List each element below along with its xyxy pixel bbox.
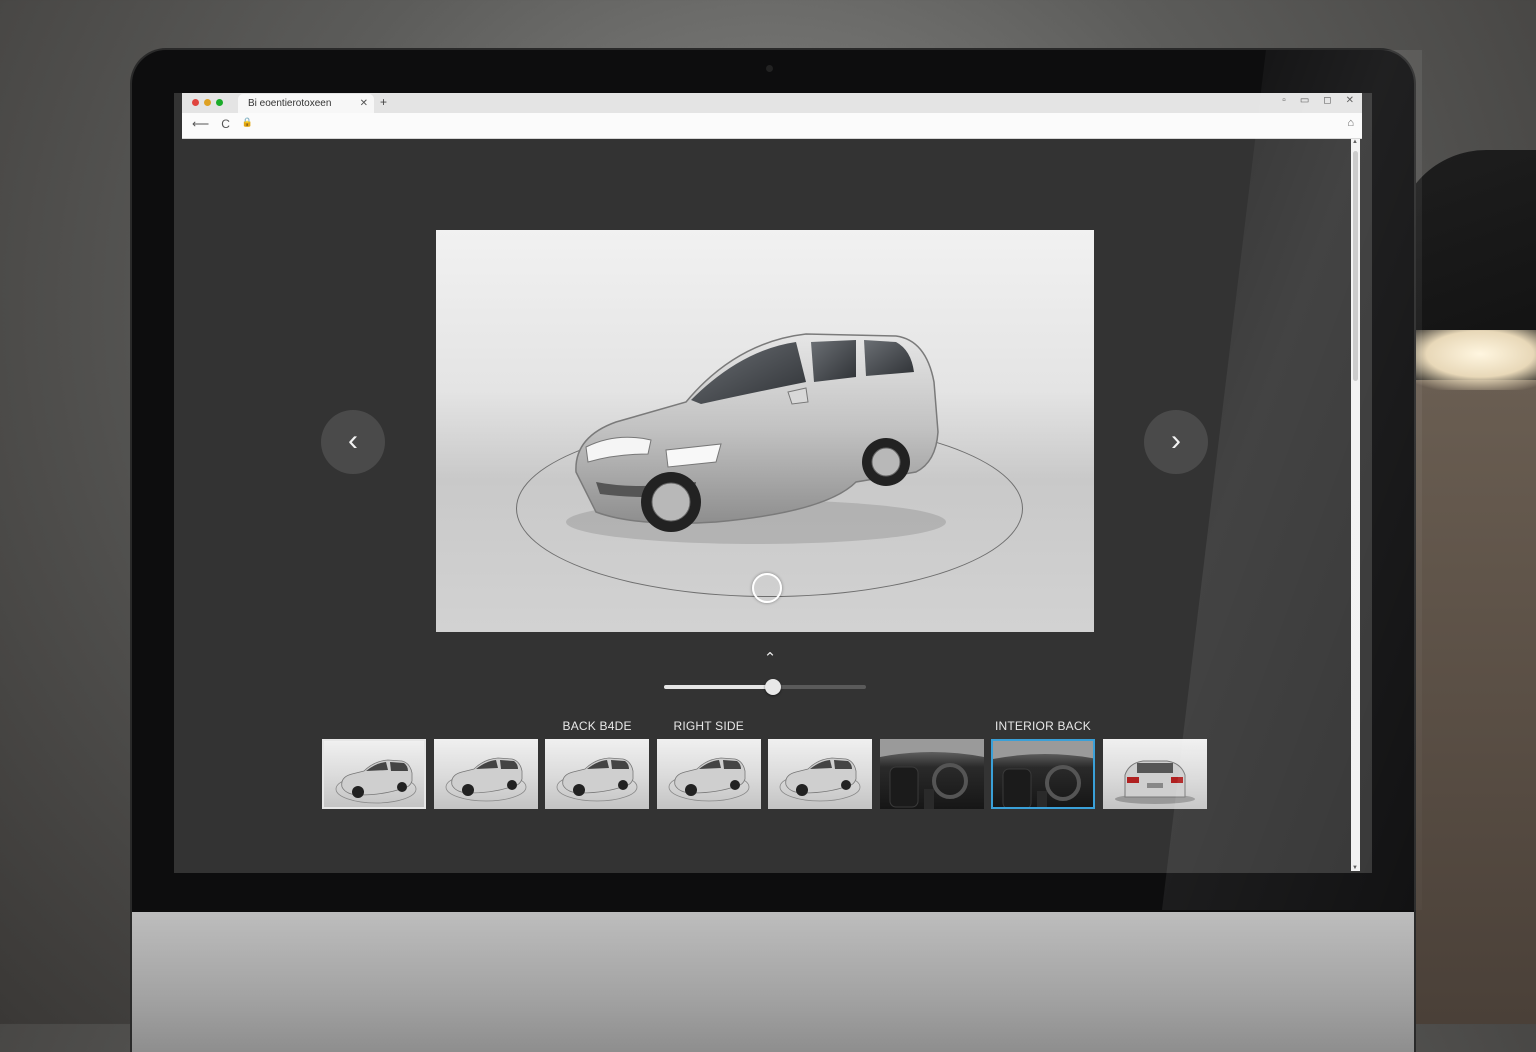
thumbnail-label: INTERIOR BACK bbox=[995, 719, 1091, 733]
minimize-window-dot[interactable] bbox=[204, 99, 211, 106]
back-arrow-icon[interactable]: ⟵ bbox=[192, 117, 209, 131]
thumbnail-label: BACK B4DE bbox=[562, 719, 632, 733]
extension-icon[interactable]: ⌂ bbox=[1347, 117, 1354, 129]
chevron-up-icon[interactable]: ⌃ bbox=[759, 650, 781, 672]
scroll-down-icon[interactable]: ▼ bbox=[1352, 865, 1358, 871]
scroll-up-icon[interactable]: ▲ bbox=[1352, 139, 1358, 145]
car-image bbox=[566, 333, 946, 544]
lamp-light bbox=[1396, 330, 1536, 390]
close-window-dot[interactable] bbox=[192, 99, 199, 106]
window-controls: ▫ ▭ ◻ ✕ bbox=[1282, 95, 1354, 106]
thumbnail-2[interactable] bbox=[433, 739, 538, 809]
reload-icon[interactable]: C bbox=[221, 117, 230, 131]
monitor: Bi eoentierotoxeen ✕ + ▫ ▭ ◻ ✕ ⟵ C 🔒 ⌂ ▲… bbox=[132, 50, 1422, 1052]
webcam bbox=[766, 65, 773, 72]
close-icon[interactable]: ✕ bbox=[360, 94, 368, 113]
chevron-left-icon[interactable]: ‹ bbox=[321, 410, 385, 474]
vertical-scrollbar[interactable]: ▲ ▼ bbox=[1351, 139, 1360, 871]
thumbnail-4[interactable] bbox=[656, 739, 761, 809]
maximize-window-dot[interactable] bbox=[216, 99, 223, 106]
scroll-thumb[interactable] bbox=[1353, 151, 1358, 381]
thumbnail-6[interactable] bbox=[879, 739, 984, 809]
zoom-slider-knob[interactable] bbox=[765, 679, 782, 695]
browser-tab[interactable]: Bi eoentierotoxeen ✕ bbox=[238, 94, 374, 113]
thumbnail-1[interactable] bbox=[322, 739, 426, 809]
traffic-lights bbox=[192, 99, 223, 106]
thumbnail-5[interactable] bbox=[768, 739, 872, 809]
thumbnail-label: RIGHT SIDE bbox=[673, 719, 744, 733]
zoom-slider-fill bbox=[664, 685, 774, 689]
tab-bar: Bi eoentierotoxeen ✕ + ▫ ▭ ◻ ✕ bbox=[182, 93, 1362, 113]
window-control-3[interactable]: ◻ bbox=[1323, 95, 1331, 106]
monitor-chin bbox=[132, 912, 1414, 1052]
thumbnail-7[interactable] bbox=[991, 739, 1095, 809]
new-tab-button[interactable]: + bbox=[380, 95, 387, 109]
zoom-slider[interactable] bbox=[664, 679, 866, 695]
navigation-bar: ⟵ C 🔒 ⌂ bbox=[182, 113, 1362, 139]
rotate-handle[interactable] bbox=[752, 573, 782, 603]
tab-title: Bi eoentierotoxeen bbox=[248, 98, 332, 109]
window-control-1[interactable]: ▫ bbox=[1282, 95, 1286, 106]
background-wall bbox=[1406, 380, 1536, 1024]
window-close-button[interactable]: ✕ bbox=[1346, 95, 1354, 106]
window-control-2[interactable]: ▭ bbox=[1300, 95, 1309, 106]
thumbnail-3[interactable] bbox=[545, 739, 649, 809]
browser-window: Bi eoentierotoxeen ✕ + ▫ ▭ ◻ ✕ ⟵ C 🔒 ⌂ ▲… bbox=[174, 93, 1372, 873]
car-360-viewer[interactable] bbox=[436, 230, 1094, 632]
chevron-right-icon[interactable]: › bbox=[1144, 410, 1208, 474]
lock-icon: 🔒 bbox=[241, 117, 254, 127]
thumbnail-8[interactable] bbox=[1102, 739, 1207, 809]
